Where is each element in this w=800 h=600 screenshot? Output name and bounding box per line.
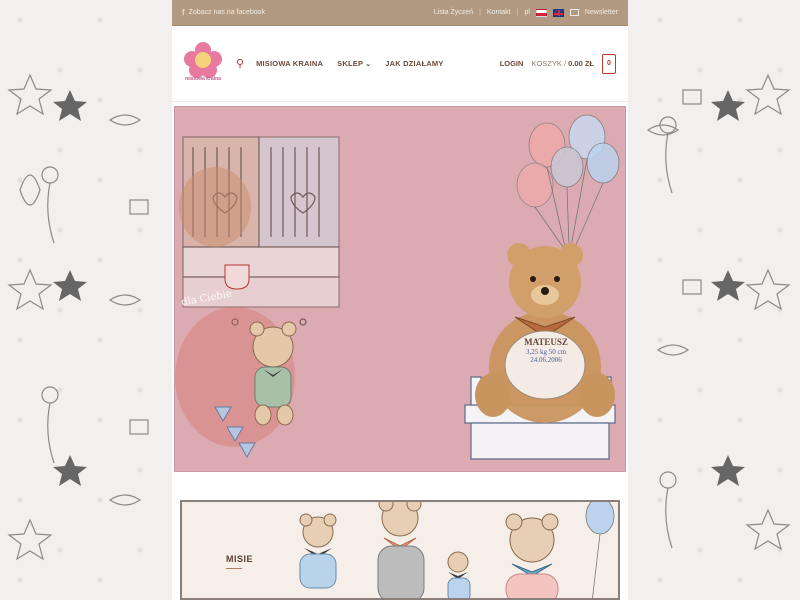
nav-label: MISIOWA KRAINA bbox=[256, 59, 324, 68]
nav-label: JAK DZIAŁAMY bbox=[385, 59, 444, 68]
separator: | bbox=[516, 9, 519, 16]
main-nav: MISIOWA KRAINA SKLEP ⌄ JAK DZIAŁAMY bbox=[256, 59, 443, 68]
chevron-down-icon: ⌄ bbox=[365, 60, 372, 68]
background-pattern-left bbox=[0, 0, 172, 600]
site-logo[interactable]: misiowa kraina bbox=[184, 41, 222, 86]
tag-measurements: 3,25 kg 50 cm bbox=[525, 348, 567, 356]
search-icon[interactable]: ⚲ bbox=[236, 57, 244, 70]
cart-label: KOSZYK bbox=[531, 59, 562, 68]
nav-item-misiowa-kraina[interactable]: MISIOWA KRAINA bbox=[256, 59, 323, 68]
top-bar: f Zobacz nas na facebook Lista Życzeń | … bbox=[172, 0, 628, 26]
tag-name: MATEUSZ bbox=[524, 337, 568, 347]
login-link[interactable]: LOGIN bbox=[500, 59, 524, 68]
tag-date: 24.06.2006 bbox=[530, 356, 562, 364]
facebook-link-text: Zobacz nas na facebook bbox=[188, 9, 265, 16]
mail-icon bbox=[569, 9, 579, 16]
hero-slider[interactable]: MATEUSZ 3,25 kg 50 cm 24.06.2006 dla Cie… bbox=[174, 106, 626, 472]
newsletter-link[interactable]: Newsletter bbox=[585, 9, 618, 16]
english-flag-icon[interactable] bbox=[552, 8, 564, 17]
logo-text: misiowa kraina bbox=[185, 75, 221, 82]
nav-label: SKLEP bbox=[337, 59, 364, 68]
facebook-link[interactable]: f Zobacz nas na facebook bbox=[182, 8, 265, 17]
category-banner-misie[interactable]: MISIE bbox=[180, 500, 620, 600]
banner-title: MISIE bbox=[226, 554, 254, 564]
language-current[interactable]: pl bbox=[524, 9, 529, 16]
cart-separator: / bbox=[563, 59, 567, 68]
facebook-icon: f bbox=[182, 8, 185, 17]
hero-name-tag: MATEUSZ 3,25 kg 50 cm 24.06.2006 bbox=[511, 337, 581, 364]
polish-flag-icon[interactable] bbox=[535, 8, 547, 17]
top-bar-links: Lista Życzeń | Kontakt | pl Newsletter bbox=[434, 8, 618, 17]
cart-total: 0.00 ZŁ bbox=[568, 59, 594, 68]
contact-link[interactable]: Kontakt bbox=[487, 9, 511, 16]
wishlist-link[interactable]: Lista Życzeń bbox=[434, 9, 473, 16]
cart-count-badge[interactable]: 0 bbox=[602, 53, 616, 74]
banner-underline bbox=[226, 568, 242, 569]
header-account: LOGIN KOSZYK / 0.00 ZŁ 0 bbox=[500, 53, 616, 74]
nav-item-sklep[interactable]: SKLEP ⌄ bbox=[337, 59, 371, 68]
background-pattern-right bbox=[628, 0, 800, 600]
site-header: misiowa kraina ⚲ MISIOWA KRAINA SKLEP ⌄ J… bbox=[172, 26, 628, 102]
nav-item-jak-dzialamy[interactable]: JAK DZIAŁAMY bbox=[385, 59, 443, 68]
hero-illustration bbox=[175, 114, 620, 460]
site-container: f Zobacz nas na facebook Lista Życzeń | … bbox=[172, 0, 628, 600]
cart-summary[interactable]: KOSZYK / 0.00 ZŁ bbox=[531, 59, 594, 68]
logo-bear-face bbox=[195, 51, 211, 68]
separator: | bbox=[479, 9, 481, 16]
banner-illustration bbox=[299, 502, 615, 598]
